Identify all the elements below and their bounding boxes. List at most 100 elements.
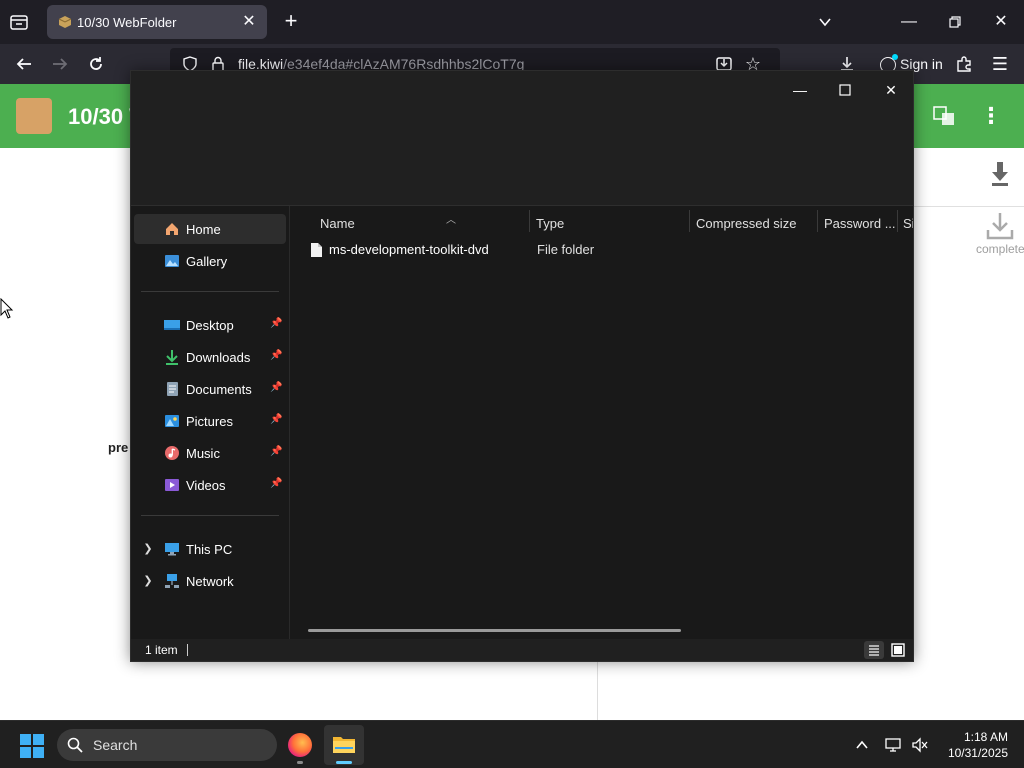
volume-muted-icon[interactable]	[910, 735, 930, 755]
details-view-icon[interactable]	[864, 641, 884, 659]
nav-item-gallery[interactable]: Gallery	[134, 246, 286, 276]
file-explorer-window: — ✕ Home Gallery Desktop 📌 Downloads 📌 D…	[130, 70, 914, 662]
app-active-indicator	[336, 761, 352, 764]
column-header-size[interactable]: Si	[903, 212, 913, 236]
column-header-name[interactable]: Name ︿	[320, 212, 520, 236]
this-pc-icon	[164, 541, 180, 557]
explorer-minimize-icon[interactable]: —	[785, 77, 815, 103]
nav-separator	[141, 291, 279, 292]
extensions-puzzle-icon[interactable]	[952, 52, 976, 76]
new-tab-plus-icon[interactable]: +	[280, 10, 302, 33]
nav-separator	[141, 515, 279, 516]
nav-item-label: Downloads	[186, 350, 251, 365]
page-vertical-divider	[597, 660, 598, 720]
clock-date: 10/31/2025	[947, 746, 1008, 760]
download-icon[interactable]	[988, 160, 1012, 188]
back-arrow-icon[interactable]	[12, 52, 36, 76]
taskbar: Search 1:18 AM 10/31/2025	[0, 720, 1024, 768]
site-favicon-icon	[57, 14, 73, 30]
webfolder-logo-icon	[16, 98, 52, 134]
tab-list-icon[interactable]	[8, 11, 30, 33]
desktop-icon	[164, 317, 180, 333]
nav-item-label: Network	[186, 574, 234, 589]
videos-icon	[164, 477, 180, 493]
column-separator[interactable]	[897, 210, 898, 232]
column-header-compressed-size[interactable]: Compressed size	[696, 212, 816, 236]
file-name: ms-development-toolkit-dvd	[329, 242, 489, 257]
explorer-maximize-icon[interactable]	[830, 77, 860, 103]
file-type: File folder	[537, 242, 595, 257]
horizontal-scrollbar[interactable]	[308, 629, 681, 632]
clock-time: 1:18 AM	[963, 730, 1008, 744]
mouse-cursor-icon	[0, 297, 14, 320]
browser-tab[interactable]: 10/30 WebFolder ✕	[47, 5, 267, 39]
nav-item-pictures[interactable]: Pictures 📌	[134, 406, 286, 436]
reload-icon[interactable]	[84, 52, 108, 76]
tab-close-icon[interactable]: ✕	[239, 12, 259, 32]
forward-arrow-icon[interactable]	[48, 52, 72, 76]
large-icons-view-icon[interactable]	[888, 641, 908, 659]
pin-icon[interactable]: 📌	[270, 446, 282, 458]
nav-item-label: Music	[186, 446, 220, 461]
pin-icon[interactable]: 📌	[270, 478, 282, 490]
nav-item-home[interactable]: Home	[134, 214, 286, 244]
window-close-icon[interactable]: ✕	[988, 9, 1014, 35]
taskbar-file-explorer[interactable]	[324, 725, 364, 765]
explorer-close-icon[interactable]: ✕	[876, 77, 906, 103]
music-icon	[164, 445, 180, 461]
page-divider-line	[914, 206, 1024, 207]
nav-item-videos[interactable]: Videos 📌	[134, 470, 286, 500]
network-status-icon[interactable]	[884, 735, 904, 755]
file-icon	[310, 242, 323, 258]
pin-icon[interactable]: 📌	[270, 350, 282, 362]
complete-label: complete	[976, 242, 1024, 256]
app-running-indicator	[297, 761, 303, 764]
nav-item-label: Home	[186, 222, 221, 237]
expand-chevron-icon[interactable]: ❯	[142, 573, 154, 589]
column-separator[interactable]	[689, 210, 690, 232]
nav-item-label: Desktop	[186, 318, 234, 333]
windows-start-icon[interactable]	[20, 734, 44, 758]
download-complete-icon[interactable]	[984, 210, 1016, 242]
firefox-icon	[288, 733, 312, 757]
tab-title: 10/30 WebFolder	[77, 15, 177, 30]
sort-ascending-icon: ︿	[446, 215, 456, 226]
menu-hamburger-icon[interactable]: ☰	[988, 52, 1012, 76]
show-hidden-icons-chevron-icon[interactable]	[852, 735, 872, 755]
nav-item-network[interactable]: ❯ Network	[134, 566, 286, 596]
taskbar-firefox[interactable]	[280, 725, 320, 765]
pin-icon[interactable]: 📌	[270, 382, 282, 394]
nav-item-music[interactable]: Music 📌	[134, 438, 286, 468]
nav-item-label: This PC	[186, 542, 233, 557]
search-label: Search	[93, 737, 138, 753]
nav-item-this-pc[interactable]: ❯ This PC	[134, 534, 286, 564]
status-separator	[187, 644, 188, 656]
more-vert-icon[interactable]: ⋮	[980, 102, 1002, 130]
documents-icon	[164, 381, 180, 397]
taskbar-search[interactable]: Search	[57, 729, 277, 761]
item-count: 1 item	[145, 643, 178, 657]
file-list: Name ︿ Type Compressed size Password ...…	[290, 206, 913, 639]
column-header-password[interactable]: Password ...	[824, 212, 900, 236]
navigation-pane: Home Gallery Desktop 📌 Downloads 📌 Docum…	[131, 206, 289, 639]
browser-tab-bar: 10/30 WebFolder ✕ + — ✕	[0, 0, 1024, 44]
column-separator[interactable]	[529, 210, 530, 232]
nav-item-downloads[interactable]: Downloads 📌	[134, 342, 286, 372]
column-header-label: Name	[320, 216, 355, 231]
home-icon	[164, 221, 180, 237]
nav-item-label: Gallery	[186, 254, 228, 269]
gallery-icon	[164, 253, 180, 269]
window-minimize-icon[interactable]: —	[896, 9, 922, 35]
file-row[interactable]: ms-development-toolkit-dvd File folder	[300, 236, 900, 264]
window-restore-icon[interactable]	[942, 9, 968, 35]
system-clock[interactable]: 1:18 AM 10/31/2025	[936, 729, 1008, 761]
list-all-tabs-chevron-icon[interactable]	[812, 9, 838, 35]
column-separator[interactable]	[817, 210, 818, 232]
pin-icon[interactable]: 📌	[270, 318, 282, 330]
pin-icon[interactable]: 📌	[270, 414, 282, 426]
column-header-type[interactable]: Type	[536, 212, 686, 236]
nav-item-desktop[interactable]: Desktop 📌	[134, 310, 286, 340]
expand-chevron-icon[interactable]: ❯	[142, 541, 154, 557]
nav-item-documents[interactable]: Documents 📌	[134, 374, 286, 404]
translate-icon[interactable]	[932, 104, 956, 128]
